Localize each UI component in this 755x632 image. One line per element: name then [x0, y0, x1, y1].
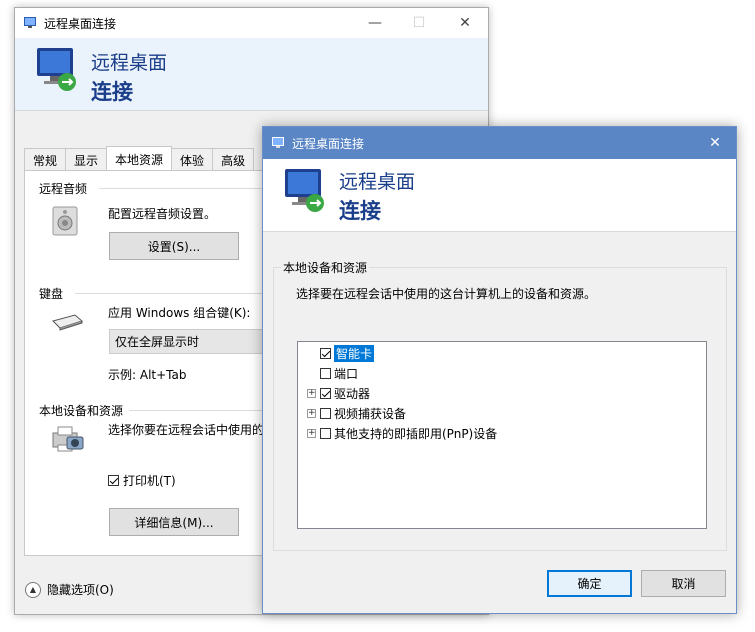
- tree-item-video-capture[interactable]: + 视频捕获设备: [307, 404, 406, 422]
- keyboard-description: 应用 Windows 组合键(K):: [108, 306, 251, 320]
- keyboard-icon: [51, 313, 84, 334]
- ok-button[interactable]: 确定: [547, 570, 632, 597]
- cancel-button[interactable]: 取消: [641, 570, 726, 597]
- audio-group-label: 远程音频: [39, 182, 88, 196]
- tree-item-pnp-devices[interactable]: + 其他支持的即插即用(PnP)设备: [307, 424, 497, 442]
- remote-desktop-monitor-icon: [283, 167, 329, 215]
- hide-options-label: 隐藏选项(O): [47, 583, 114, 597]
- tab-strip: 常规 显示 本地资源 体验 高级: [24, 146, 255, 172]
- title-bar[interactable]: 远程桌面连接 — ☐ ✕: [15, 8, 488, 38]
- printer-option[interactable]: 打印机(T): [108, 472, 176, 489]
- rdc-app-icon: [24, 17, 38, 29]
- details-button[interactable]: 详细信息(M)...: [109, 508, 239, 536]
- audio-description: 配置远程音频设置。: [108, 207, 217, 221]
- speaker-icon: [51, 205, 79, 240]
- printer-checkbox[interactable]: [108, 475, 119, 486]
- tab-experience[interactable]: 体验: [171, 148, 214, 171]
- maximize-icon[interactable]: ☐: [396, 8, 442, 38]
- group-label: 本地设备和资源: [281, 259, 370, 276]
- tree-item-label: 端口: [334, 366, 359, 381]
- banner-title: 远程桌面: [339, 171, 416, 193]
- dialog-title-bar[interactable]: 远程桌面连接 ✕: [263, 127, 736, 159]
- banner-subtitle: 连接: [91, 80, 133, 104]
- dialog-banner: 远程桌面 连接: [263, 159, 736, 232]
- smartcard-checkbox[interactable]: [320, 347, 331, 359]
- tree-item-label: 其他支持的即插即用(PnP)设备: [334, 426, 498, 441]
- drives-checkbox[interactable]: [320, 387, 331, 399]
- tab-advanced[interactable]: 高级: [212, 148, 255, 171]
- tree-item-label: 驱动器: [334, 386, 371, 401]
- tree-item-label: 智能卡: [334, 344, 375, 362]
- tree-item-ports[interactable]: 端口: [320, 364, 358, 382]
- banner-subtitle: 连接: [339, 199, 381, 223]
- local-devices-group-label: 本地设备和资源: [39, 404, 124, 418]
- printer-label: 打印机(T): [123, 474, 176, 488]
- close-icon[interactable]: ✕: [442, 8, 488, 38]
- video-capture-checkbox[interactable]: [320, 407, 331, 419]
- close-icon[interactable]: ✕: [692, 128, 738, 158]
- expand-plus-icon[interactable]: +: [307, 408, 316, 418]
- ports-checkbox[interactable]: [320, 367, 331, 379]
- keyboard-example: 示例: Alt+Tab: [108, 368, 187, 382]
- instruction-text: 选择要在远程会话中使用的这台计算机上的设备和资源。: [296, 287, 597, 301]
- window-title: 远程桌面连接: [44, 16, 117, 31]
- remote-desktop-monitor-icon: [35, 46, 81, 94]
- pnp-checkbox[interactable]: [320, 427, 331, 439]
- tab-display[interactable]: 显示: [65, 148, 108, 171]
- local-devices-description: 选择你要在远程会话中使用的: [108, 423, 265, 437]
- printer-camera-icon: [49, 423, 85, 458]
- tree-item-label: 视频捕获设备: [334, 406, 407, 421]
- minimize-icon[interactable]: —: [352, 8, 398, 38]
- dialog-title: 远程桌面连接: [292, 136, 365, 151]
- device-tree[interactable]: 智能卡 端口 + 驱动器 + 视频捕获设备 + 其他支持的即插即用(PnP)设备: [297, 341, 707, 529]
- tree-item-smartcard[interactable]: 智能卡: [320, 344, 375, 362]
- tab-local-resources[interactable]: 本地资源: [106, 146, 173, 172]
- banner-title: 远程桌面: [91, 52, 168, 74]
- local-devices-dialog: 远程桌面连接 ✕ 远程桌面 连接 本地设备和资源 选择要在远程会话中使用的这台计…: [262, 126, 737, 614]
- collapse-arrow-icon: ▲: [25, 581, 41, 598]
- hide-options-toggle[interactable]: ▲ 隐藏选项(O): [25, 581, 114, 598]
- audio-settings-button[interactable]: 设置(S)...: [109, 232, 239, 260]
- rdc-app-icon: [272, 137, 286, 149]
- tree-item-drives[interactable]: + 驱动器: [307, 384, 370, 402]
- tab-general[interactable]: 常规: [24, 148, 67, 171]
- keyboard-group-label: 键盘: [39, 287, 64, 301]
- expand-plus-icon[interactable]: +: [307, 428, 316, 438]
- banner: 远程桌面 连接: [15, 38, 488, 111]
- expand-plus-icon[interactable]: +: [307, 388, 316, 398]
